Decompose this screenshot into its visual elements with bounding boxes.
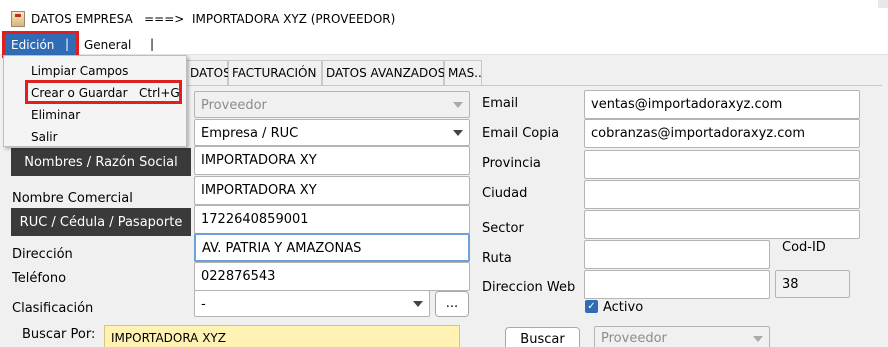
email-value: ventas@importadoraxyz.com xyxy=(591,97,783,112)
tipo-select-value: Proveedor xyxy=(201,98,267,113)
tab-label: DATOS xyxy=(190,66,231,80)
search-filter-value: Proveedor xyxy=(601,331,667,346)
web-field[interactable] xyxy=(584,270,770,299)
menu-separator-2: | xyxy=(150,37,155,51)
provincia-field[interactable] xyxy=(584,150,860,179)
nombre-comercial-label: Nombre Comercial xyxy=(12,191,133,206)
ruta-field[interactable] xyxy=(584,240,770,269)
email-copia-label: Email Copia xyxy=(482,126,560,141)
doc-type-select-value: Empresa / RUC xyxy=(201,126,299,141)
codid-field: 38 xyxy=(775,270,850,298)
tab-label: DATOS AVANZADOS xyxy=(326,66,446,80)
menu-item-salir[interactable]: Salir xyxy=(4,126,186,146)
java-cup-icon xyxy=(11,11,25,27)
clasificacion-more-label: ... xyxy=(445,296,459,311)
nombres-field[interactable]: IMPORTADORA XY xyxy=(194,146,470,175)
nombres-label: Nombres / Razón Social xyxy=(11,148,191,176)
tab-label: FACTURACIÓN xyxy=(232,66,317,80)
menu-item-label: Limpiar Campos xyxy=(31,64,129,78)
title-bar: DATOS EMPRESA ===> IMPORTADORA XYZ (PROV… xyxy=(0,0,888,31)
search-value: IMPORTADORA XYZ xyxy=(111,331,226,345)
telefono-label: Teléfono xyxy=(12,271,67,286)
menu-separator: | xyxy=(65,37,70,51)
email-label: Email xyxy=(482,96,519,111)
buscar-button-label: Buscar xyxy=(520,332,565,347)
menu-bar: Edición | General | xyxy=(0,31,888,55)
email-field[interactable]: ventas@importadoraxyz.com xyxy=(584,90,860,119)
tab-datos[interactable]: DATOS xyxy=(186,60,231,85)
menu-item-label: Crear o Guardar xyxy=(31,86,128,100)
tab-label: MAS.. xyxy=(448,66,482,80)
ciudad-label: Ciudad xyxy=(482,186,528,201)
email-copia-field[interactable]: cobranzas@importadoraxyz.com xyxy=(584,119,860,148)
search-filter-select[interactable]: Proveedor xyxy=(594,326,770,347)
ruc-label: RUC / Cédula / Pasaporte xyxy=(11,208,191,236)
window-controls-edge[interactable] xyxy=(878,0,888,8)
ruc-field[interactable]: 1722640859001 xyxy=(194,205,470,234)
menu-item-shortcut: Ctrl+G xyxy=(139,86,180,100)
menu-item-limpiar-campos[interactable]: Limpiar Campos xyxy=(4,60,186,80)
clasificacion-select[interactable]: - xyxy=(194,290,430,317)
chevron-down-icon xyxy=(413,301,423,307)
activo-checkbox[interactable]: ✓ xyxy=(585,300,598,313)
search-input[interactable]: IMPORTADORA XYZ xyxy=(104,325,460,347)
telefono-value: 022876543 xyxy=(201,269,276,284)
direccion-label: Dirección xyxy=(12,247,73,262)
clasificacion-select-value: - xyxy=(201,297,206,312)
nombre-comercial-field[interactable]: IMPORTADORA XY xyxy=(194,176,470,205)
clasificacion-more-button[interactable]: ... xyxy=(435,291,469,317)
sector-field[interactable] xyxy=(584,210,860,239)
sector-label: Sector xyxy=(482,221,524,236)
ruta-label: Ruta xyxy=(482,251,512,266)
direccion-field[interactable]: AV. PATRIA Y AMAZONAS xyxy=(194,233,470,262)
tab-datos-avanzados[interactable]: DATOS AVANZADOS xyxy=(322,60,446,85)
tab-facturacion[interactable]: FACTURACIÓN xyxy=(228,60,322,85)
nombres-label-text: Nombres / Razón Social xyxy=(24,155,178,170)
menu-item-label: Salir xyxy=(31,130,58,144)
ruc-label-text: RUC / Cédula / Pasaporte xyxy=(19,215,183,230)
clasificacion-label: Clasificación xyxy=(12,301,94,316)
codid-label: Cod-ID xyxy=(782,240,826,255)
menu-item-crear-guardar[interactable]: Crear o Guardar Ctrl+G xyxy=(4,82,186,102)
buscar-button[interactable]: Buscar xyxy=(505,327,580,347)
menu-item-label: Eliminar xyxy=(31,108,81,122)
email-copia-value: cobranzas@importadoraxyz.com xyxy=(591,126,805,141)
menu-item-eliminar[interactable]: Eliminar xyxy=(4,104,186,124)
activo-label: Activo xyxy=(603,300,644,315)
buscar-por-label: Buscar Por: xyxy=(22,327,96,342)
ciudad-field[interactable] xyxy=(584,180,860,209)
tab-mas[interactable]: MAS.. xyxy=(444,60,482,85)
menu-edicion-label: Edición xyxy=(11,38,55,52)
nombres-value: IMPORTADORA XY xyxy=(201,153,317,168)
doc-type-select[interactable]: Empresa / RUC xyxy=(194,119,470,146)
chevron-down-icon xyxy=(753,336,763,342)
edicion-menu: Limpiar Campos Crear o Guardar Ctrl+G Eli… xyxy=(3,55,187,147)
menu-edicion[interactable]: Edición | xyxy=(4,33,77,55)
chevron-down-icon xyxy=(453,130,463,136)
tipo-select[interactable]: Proveedor xyxy=(194,91,470,118)
nombre-comercial-value: IMPORTADORA XY xyxy=(201,183,317,198)
provincia-label: Provincia xyxy=(482,156,541,171)
chevron-down-icon xyxy=(453,102,463,108)
direccion-value: AV. PATRIA Y AMAZONAS xyxy=(202,241,362,256)
codid-value: 38 xyxy=(782,277,799,292)
window-title: DATOS EMPRESA ===> IMPORTADORA XYZ (PROV… xyxy=(31,12,396,26)
menu-general[interactable]: General xyxy=(84,38,131,52)
ruc-value: 1722640859001 xyxy=(201,212,309,227)
telefono-field[interactable]: 022876543 xyxy=(194,262,470,291)
web-label: Direccion Web xyxy=(482,280,576,295)
